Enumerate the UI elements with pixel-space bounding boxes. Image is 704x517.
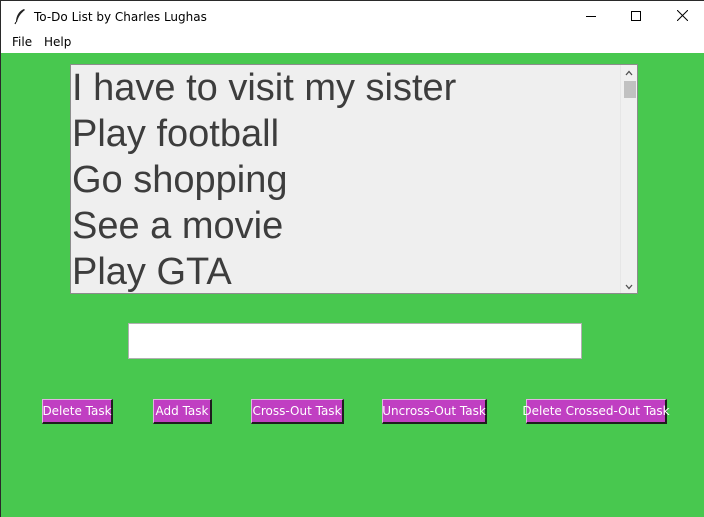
chevron-up-icon: [625, 65, 633, 81]
task-listbox[interactable]: I have to visit my sister Play football …: [70, 64, 638, 294]
task-list: I have to visit my sister Play football …: [71, 65, 621, 293]
maximize-button[interactable]: [613, 1, 659, 32]
menu-bar: File Help: [1, 32, 704, 53]
add-task-button[interactable]: Add Task: [153, 399, 212, 424]
maximize-icon: [631, 8, 641, 26]
menu-help[interactable]: Help: [44, 35, 71, 49]
close-icon: [676, 8, 688, 26]
app-window: To-Do List by Charles Lughas File Help I…: [0, 0, 704, 517]
delete-crossed-out-task-button[interactable]: Delete Crossed-Out Task: [522, 399, 670, 424]
chevron-down-icon: [625, 277, 633, 293]
task-item[interactable]: See a movie: [71, 203, 621, 249]
task-item[interactable]: Play GTA: [71, 249, 621, 293]
main-panel: I have to visit my sister Play football …: [1, 53, 704, 517]
feather-icon: [13, 8, 27, 25]
title-bar[interactable]: To-Do List by Charles Lughas: [1, 1, 704, 32]
minimize-icon: [586, 8, 596, 26]
uncross-out-task-button[interactable]: Uncross-Out Task: [382, 399, 487, 424]
listbox-scrollbar[interactable]: [620, 65, 637, 293]
task-item[interactable]: Play football: [71, 111, 621, 157]
window-title: To-Do List by Charles Lughas: [34, 10, 207, 24]
scroll-thumb[interactable]: [624, 81, 636, 98]
task-item[interactable]: I have to visit my sister: [71, 65, 621, 111]
delete-task-button[interactable]: Delete Task: [42, 399, 113, 424]
minimize-button[interactable]: [568, 1, 614, 32]
task-entry-field[interactable]: [128, 323, 582, 359]
menu-file[interactable]: File: [12, 35, 32, 49]
scroll-down-button[interactable]: [621, 279, 637, 293]
scroll-up-button[interactable]: [621, 65, 637, 79]
task-item[interactable]: Go shopping: [71, 157, 621, 203]
close-button[interactable]: [659, 1, 704, 32]
cross-out-task-button[interactable]: Cross-Out Task: [251, 399, 344, 424]
